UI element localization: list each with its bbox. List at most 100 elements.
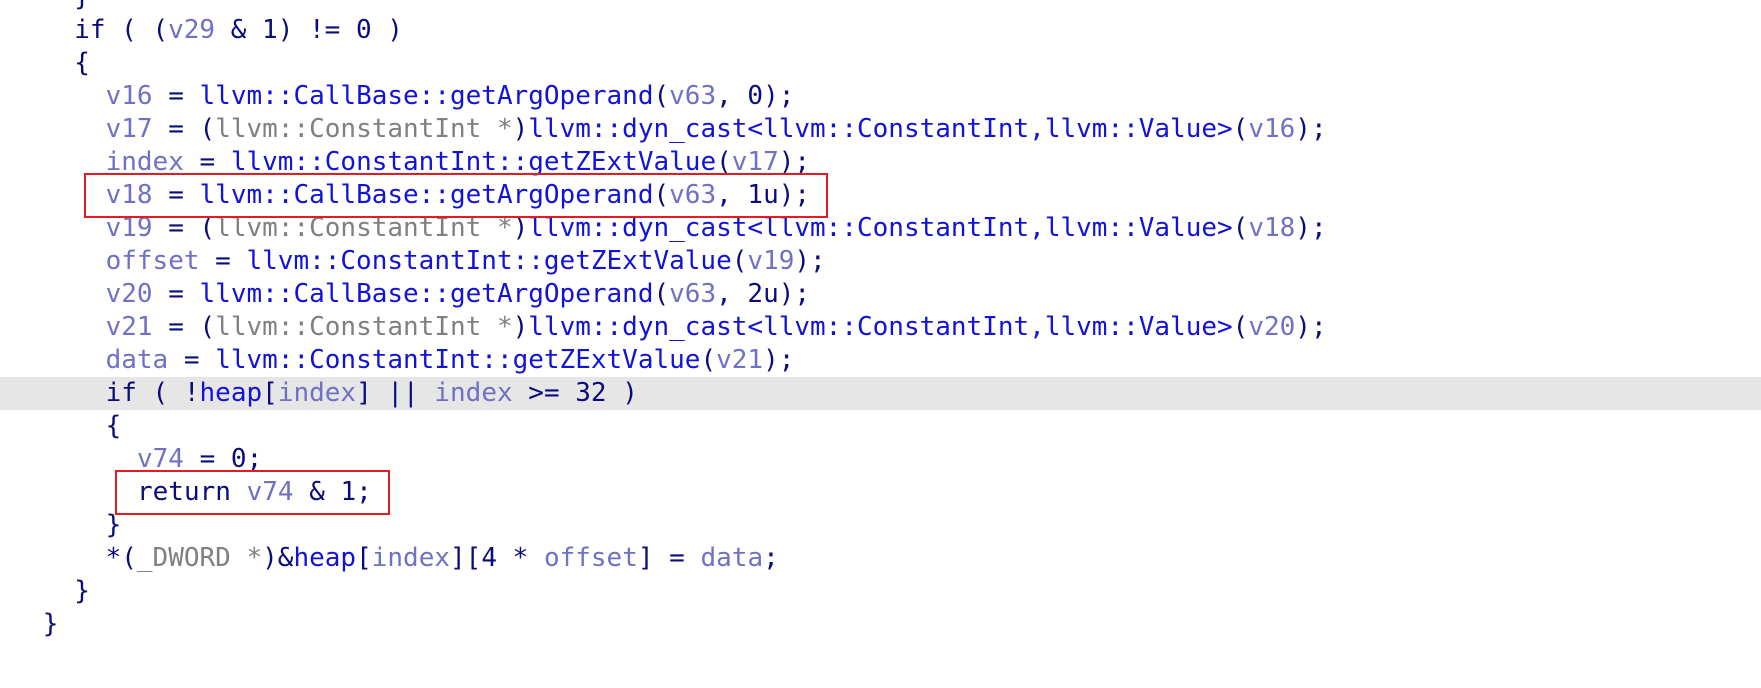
code-token[interactable]: llvm::dyn_cast<llvm::ConstantInt,llvm::V…	[528, 114, 1232, 144]
code-token: =	[168, 345, 216, 375]
code-line-content: v20 = llvm::CallBase::getArgOperand(v63,…	[106, 278, 810, 311]
code-line-content: if ( !heap[index] || index >= 32 )	[106, 377, 638, 410]
code-token: if	[105, 378, 137, 408]
code-token[interactable]: v74	[137, 444, 184, 474]
code-line[interactable]: }	[0, 0, 1761, 14]
code-line[interactable]: index = llvm::ConstantInt::getZExtValue(…	[0, 146, 1761, 179]
code-token: & 1;	[293, 477, 372, 507]
code-token[interactable]: llvm::CallBase::getArgOperand	[200, 279, 654, 309]
code-line[interactable]: v16 = llvm::CallBase::getArgOperand(v63,…	[0, 80, 1761, 113]
code-line-content: index = llvm::ConstantInt::getZExtValue(…	[106, 146, 810, 179]
code-token: ][4 *	[450, 543, 544, 573]
code-line[interactable]: v19 = (llvm::ConstantInt *)llvm::dyn_cas…	[0, 212, 1761, 245]
code-line[interactable]: v74 = 0;	[0, 443, 1761, 476]
code-token: =	[199, 246, 247, 276]
code-token: (	[716, 147, 732, 177]
code-token: *(	[105, 543, 137, 573]
code-token[interactable]: v63	[669, 279, 716, 309]
code-token[interactable]: v63	[669, 180, 716, 210]
code-token[interactable]: v19	[747, 246, 794, 276]
code-token[interactable]: v74	[247, 477, 294, 507]
code-line-content: v21 = (llvm::ConstantInt *)llvm::dyn_cas…	[106, 311, 1327, 344]
code-line[interactable]: offset = llvm::ConstantInt::getZExtValue…	[0, 245, 1761, 278]
code-token[interactable]: v18	[1248, 213, 1295, 243]
code-token[interactable]: heap	[200, 378, 263, 408]
code-token: }	[74, 576, 90, 606]
code-line[interactable]: v18 = llvm::CallBase::getArgOperand(v63,…	[0, 179, 1761, 212]
code-line-content: {	[74, 47, 90, 80]
code-token: {	[74, 48, 90, 78]
code-line[interactable]: {	[0, 47, 1761, 80]
code-token: , 1u);	[716, 180, 811, 210]
code-token[interactable]: index	[372, 543, 450, 573]
code-token: );	[794, 246, 826, 276]
code-token[interactable]: llvm::ConstantInt::getZExtValue	[246, 246, 731, 276]
code-line[interactable]: *(_DWORD *)&heap[index][4 * offset] = da…	[0, 542, 1761, 575]
code-token[interactable]: offset	[544, 543, 638, 573]
code-token[interactable]: index	[106, 147, 184, 177]
code-token[interactable]: llvm::ConstantInt::getZExtValue	[215, 345, 700, 375]
code-token: = (	[152, 213, 216, 243]
code-token[interactable]: llvm::CallBase::getArgOperand	[200, 180, 654, 210]
code-token[interactable]: data	[106, 345, 169, 375]
code-line-content: data = llvm::ConstantInt::getZExtValue(v…	[106, 344, 795, 377]
code-token: (	[653, 180, 670, 210]
code-token[interactable]: offset	[106, 246, 200, 276]
code-token[interactable]: v21	[716, 345, 763, 375]
code-token: ] =	[637, 543, 701, 573]
code-token[interactable]: data	[700, 543, 763, 573]
code-token: )	[512, 312, 529, 342]
code-token: }	[105, 510, 122, 540]
code-line-content: v74 = 0;	[137, 443, 262, 476]
code-token: return	[137, 477, 231, 507]
code-token: (	[700, 345, 717, 375]
code-token[interactable]: v17	[106, 114, 153, 144]
code-token[interactable]: v29	[168, 15, 215, 45]
code-line[interactable]: }	[0, 575, 1761, 608]
code-token: =	[152, 180, 200, 210]
code-token: )	[512, 213, 529, 243]
code-token: & 1) != 0 )	[215, 15, 403, 45]
code-line-content: }	[74, 575, 90, 608]
code-token: (	[1232, 312, 1249, 342]
code-line[interactable]: data = llvm::ConstantInt::getZExtValue(v…	[0, 344, 1761, 377]
code-token[interactable]: v19	[106, 213, 153, 243]
code-line[interactable]: }	[0, 509, 1761, 542]
code-token: {	[105, 411, 122, 441]
code-token: (	[653, 81, 670, 111]
code-line[interactable]: if ( !heap[index] || index >= 32 )	[0, 377, 1761, 410]
code-token: [	[262, 378, 278, 408]
code-line[interactable]: v17 = (llvm::ConstantInt *)llvm::dyn_cas…	[0, 113, 1761, 146]
code-token[interactable]: index	[434, 378, 512, 408]
code-line[interactable]: {	[0, 410, 1761, 443]
code-token[interactable]: v20	[106, 279, 153, 309]
code-line[interactable]: if ( (v29 & 1) != 0 )	[0, 14, 1761, 47]
code-token[interactable]: v17	[732, 147, 779, 177]
code-token[interactable]: v21	[106, 312, 153, 342]
code-token[interactable]: v20	[1248, 312, 1295, 342]
code-token[interactable]: llvm::dyn_cast<llvm::ConstantInt,llvm::V…	[528, 213, 1232, 243]
code-token[interactable]: v18	[106, 180, 153, 210]
code-line-content: v17 = (llvm::ConstantInt *)llvm::dyn_cas…	[106, 113, 1327, 146]
code-token: );	[778, 147, 811, 177]
code-line-content: }	[74, 0, 90, 14]
code-token[interactable]: v16	[1248, 114, 1295, 144]
code-token[interactable]: v16	[106, 81, 153, 111]
code-token[interactable]: llvm::ConstantInt::getZExtValue	[231, 147, 716, 177]
code-token[interactable]: llvm::CallBase::getArgOperand	[200, 81, 654, 111]
code-token[interactable]: heap	[293, 543, 356, 573]
code-token[interactable]: index	[278, 378, 356, 408]
code-token: );	[1295, 312, 1327, 342]
code-token[interactable]: llvm::dyn_cast<llvm::ConstantInt,llvm::V…	[528, 312, 1232, 342]
code-token[interactable]: v63	[669, 81, 716, 111]
code-line[interactable]: return v74 & 1;	[0, 476, 1761, 509]
code-editor[interactable]: }if ( (v29 & 1) != 0 ){v16 = llvm::CallB…	[0, 0, 1761, 688]
code-line-content: }	[106, 509, 122, 542]
code-line[interactable]: v21 = (llvm::ConstantInt *)llvm::dyn_cas…	[0, 311, 1761, 344]
code-line[interactable]: }	[0, 608, 1761, 641]
code-line[interactable]: v20 = llvm::CallBase::getArgOperand(v63,…	[0, 278, 1761, 311]
code-token: [	[356, 543, 372, 573]
code-token: llvm::ConstantInt *	[215, 114, 513, 144]
code-token: llvm::ConstantInt *	[215, 213, 513, 243]
code-token: ] ||	[356, 378, 435, 408]
